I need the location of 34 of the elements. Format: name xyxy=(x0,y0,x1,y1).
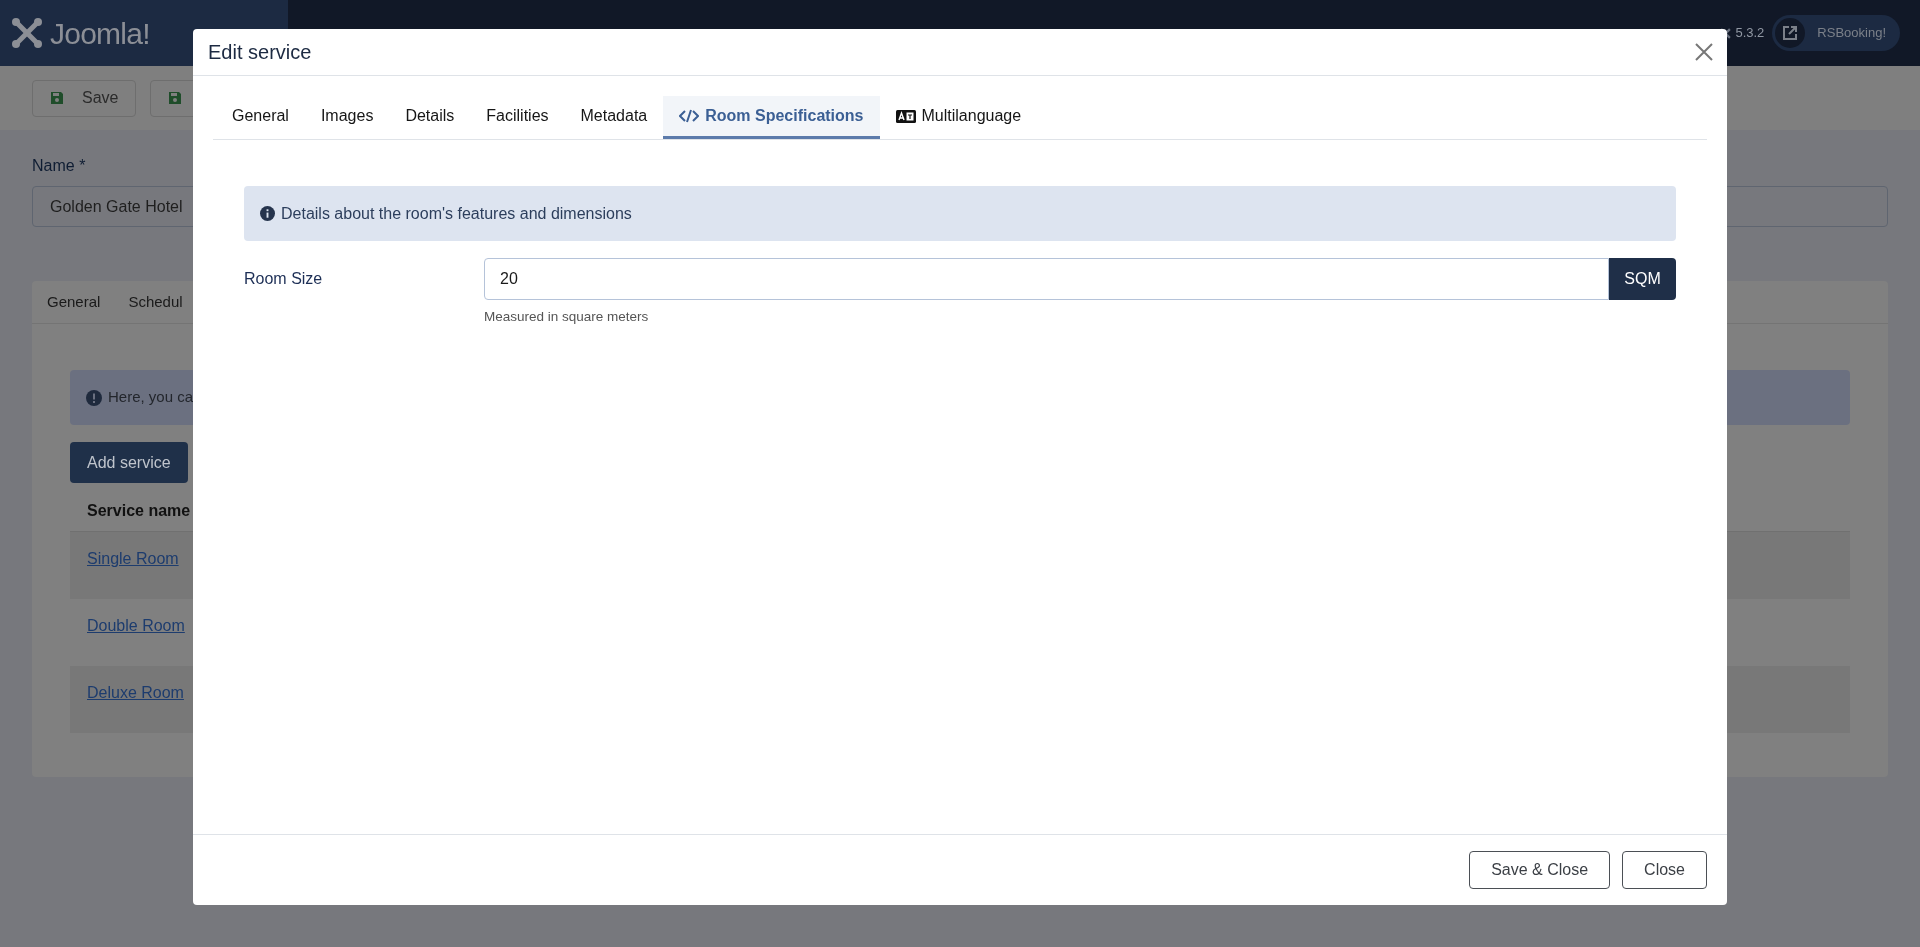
tab[interactable]: Images xyxy=(304,96,390,139)
add-service-button[interactable]: Add service xyxy=(70,442,188,483)
tab[interactable]: General xyxy=(216,96,305,139)
room-size-field[interactable]: 20 xyxy=(484,258,1609,300)
language-icon xyxy=(895,109,916,123)
help-text: Measured in square meters xyxy=(484,308,650,326)
save-icon xyxy=(50,91,64,105)
code-icon xyxy=(679,109,700,123)
site-link[interactable]: RSBooking! xyxy=(1772,15,1900,51)
tab[interactable]: General xyxy=(47,290,101,314)
tab[interactable]: Room Specifications xyxy=(663,96,880,139)
field-label: Name * xyxy=(32,156,87,176)
logo-icon xyxy=(10,16,44,50)
warning-icon xyxy=(86,389,102,406)
version-text: 5.3.2 xyxy=(1735,24,1765,43)
column-header: Service name xyxy=(87,501,191,521)
tab[interactable]: Metadata xyxy=(564,96,664,139)
save-button[interactable]: Save xyxy=(32,79,137,117)
tab[interactable]: Multilanguage xyxy=(879,96,1038,139)
dialog-button[interactable]: Close xyxy=(1622,851,1707,889)
tab[interactable]: Details xyxy=(389,96,471,139)
dialog-button[interactable]: Save & Close xyxy=(1469,851,1611,889)
alert-text: Here, you ca xyxy=(108,387,194,408)
info-text: Details about the room's features and dimensions xyxy=(281,203,632,224)
logo-text[interactable]: Joomla! xyxy=(50,10,150,56)
tab[interactable]: Schedul xyxy=(128,290,183,314)
external-link-icon xyxy=(1782,25,1799,41)
save-icon xyxy=(168,91,183,105)
field-label: Room Size xyxy=(244,269,324,289)
unit-label: SQM xyxy=(1609,258,1676,300)
info-icon xyxy=(260,206,275,221)
close-icon[interactable] xyxy=(1695,43,1713,61)
dialog-title: Edit service xyxy=(208,40,312,65)
tab[interactable]: Facilities xyxy=(470,96,565,139)
